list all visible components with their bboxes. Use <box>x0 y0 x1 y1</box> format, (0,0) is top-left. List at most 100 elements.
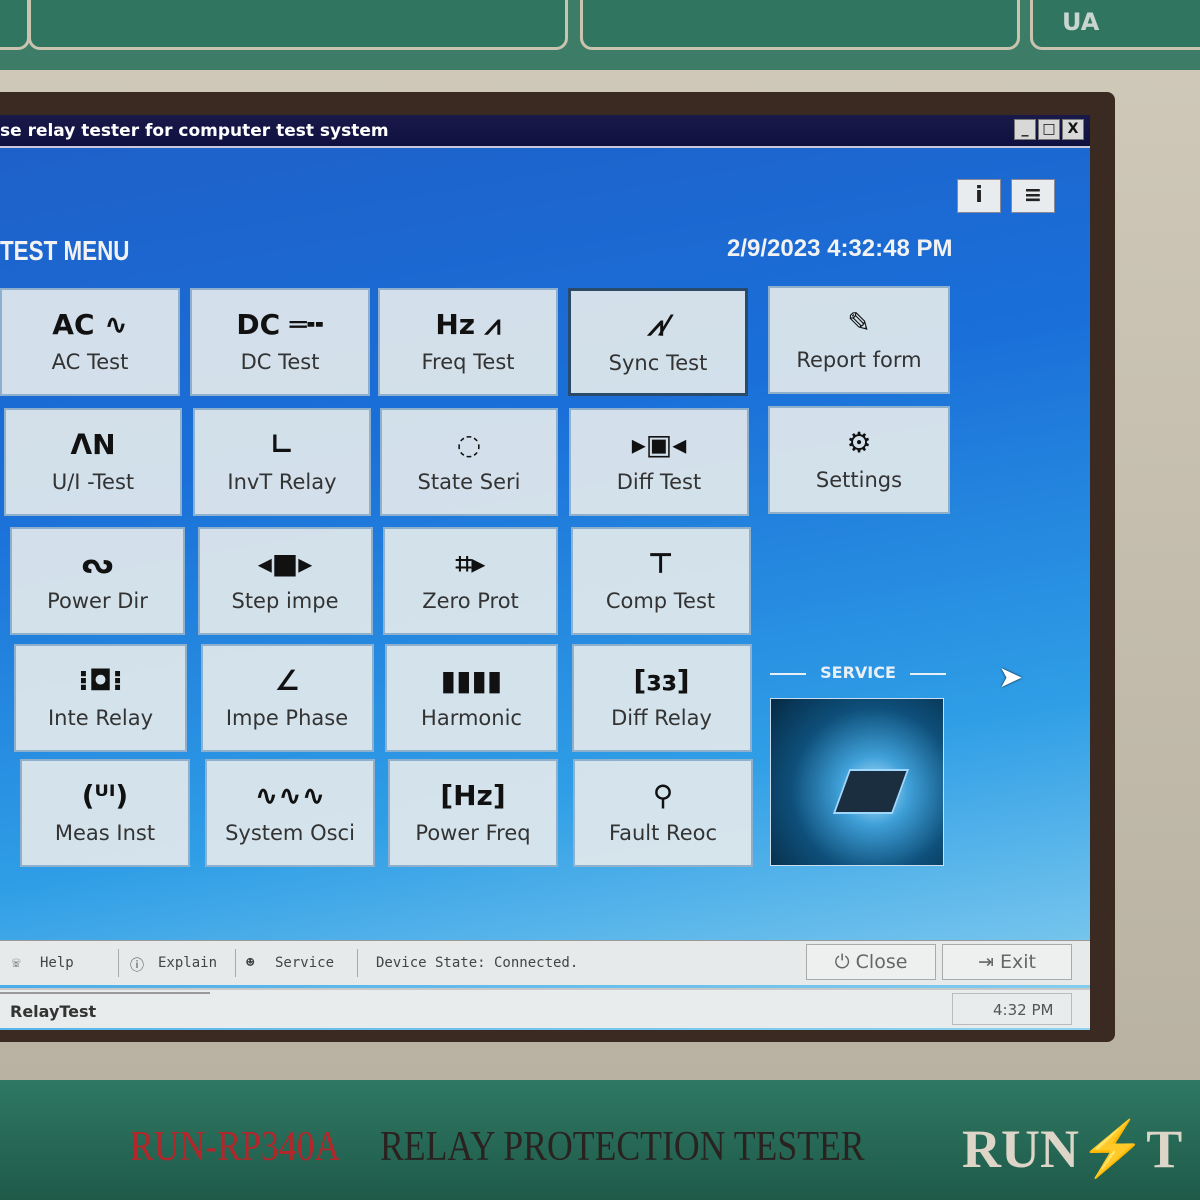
tile-label: System Osci <box>225 821 355 845</box>
tile-label: Step impe <box>231 589 339 613</box>
tile-label: U/I -Test <box>51 470 135 494</box>
tile-settings[interactable]: ⚙ Settings <box>768 406 950 514</box>
top-box <box>28 0 568 50</box>
tile-harmonic[interactable]: ▮▮▮▮ Harmonic <box>385 644 558 752</box>
mouse-cursor-icon: ➤ <box>998 660 1024 695</box>
page-title: TEST MENU <box>0 235 130 266</box>
tile-label: DC Test <box>240 350 320 374</box>
maximize-button[interactable]: □ <box>1038 119 1060 140</box>
tile-label: Settings <box>815 468 903 492</box>
diff-relay-icon: [ɜɜ] <box>633 664 690 697</box>
tile-step-impe[interactable]: ◂■▸ Step impe <box>197 527 373 635</box>
tile-fault-reoc[interactable]: ⚲ Fault Reoc <box>573 759 753 867</box>
tile-impe-phase[interactable]: ∠ Impe Phase <box>200 644 374 752</box>
relay-icon: ⁝◘⁝ <box>78 664 123 697</box>
oscillation-icon: ∿∿∿ <box>254 779 326 812</box>
tile-dc-test[interactable]: DC ═╍ DC Test <box>190 288 370 396</box>
model-label: RUN-RP340A <box>130 1124 341 1170</box>
window-title: se relay tester for computer test system <box>0 121 389 141</box>
close-label: Close <box>855 951 908 973</box>
hz-pulse-icon: Hz ⩘ <box>435 308 501 341</box>
tile-invt-relay[interactable]: ∟ InvT Relay <box>193 408 371 516</box>
tile-label: Diff Test <box>616 470 702 494</box>
tile-label: AC Test <box>51 350 129 374</box>
tile-label: State Seri <box>417 470 521 494</box>
close-window-button[interactable]: X <box>1062 119 1084 140</box>
tile-label: Freq Test <box>421 350 515 374</box>
diff-battery-icon: ▸▣◂ <box>631 428 687 461</box>
product-label: RELAY PROTECTION TESTER <box>380 1124 865 1170</box>
service-image[interactable] <box>770 698 944 866</box>
service-icon[interactable]: ☻ <box>246 955 254 971</box>
tile-label: Power Freq <box>415 821 531 845</box>
tile-ac-test[interactable]: AC ∿ AC Test <box>0 288 180 396</box>
tile-system-osci[interactable]: ∿∿∿ System Osci <box>205 759 375 867</box>
taskbar: RelayTest 4:32 PM <box>0 988 1090 1028</box>
exit-icon: ⇥ <box>978 951 1000 973</box>
zero-prot-icon: ⌗▸ <box>455 547 486 580</box>
tile-zero-prot[interactable]: ⌗▸ Zero Prot <box>383 527 558 635</box>
power-freq-icon: [Hz] <box>440 779 506 812</box>
meter-icon: (ᵁᴵ) <box>81 779 129 812</box>
system-tray: 4:32 PM <box>952 993 1072 1025</box>
tile-label: Harmonic <box>421 706 522 730</box>
tile-report-form[interactable]: ✎ Report form <box>768 286 950 394</box>
inverse-curve-icon: ∟ <box>270 428 294 461</box>
tile-state-seri[interactable]: ◌ State Seri <box>380 408 558 516</box>
tile-label: Inte Relay <box>47 706 154 730</box>
tile-sync-test[interactable]: ⩘⁄ Sync Test <box>568 288 748 396</box>
exit-label: Exit <box>999 951 1036 973</box>
brand-logo: RUN⚡T <box>962 1119 1183 1179</box>
tile-label: Report form <box>796 348 922 372</box>
tile-u-i-test[interactable]: ᐱN U/I -Test <box>4 408 182 516</box>
tile-power-dir[interactable]: ᔓ Power Dir <box>10 527 185 635</box>
tile-label: Comp Test <box>605 589 716 613</box>
help-link[interactable]: Help <box>40 955 74 971</box>
taskbar-item-relaytest[interactable]: RelayTest <box>0 992 210 1024</box>
help-icon[interactable]: ☏ <box>12 955 20 971</box>
gear-icon: ⚙ <box>846 426 872 459</box>
harmonic-icon: ▮▮▮▮ <box>440 664 503 697</box>
tile-diff-test[interactable]: ▸▣◂ Diff Test <box>569 408 749 516</box>
step-icon: ◂■▸ <box>257 547 313 580</box>
ua-label: UA <box>1062 8 1100 36</box>
exit-button[interactable]: ⇥ Exit <box>942 944 1072 980</box>
menu-button[interactable]: ≡ <box>1011 179 1055 213</box>
top-box <box>580 0 1020 50</box>
tile-inte-relay[interactable]: ⁝◘⁝ Inte Relay <box>14 644 187 752</box>
device-state: Device State: Connected. <box>376 955 579 971</box>
dc-icon: DC ═╍ <box>236 308 324 341</box>
power-wave-icon: ᔓ <box>81 547 114 580</box>
close-button[interactable]: ⏻ Close <box>806 944 936 980</box>
service-link[interactable]: Service <box>275 955 334 971</box>
report-icon: ✎ <box>847 306 871 339</box>
state-cycle-icon: ◌ <box>456 428 482 461</box>
tile-label: Power Dir <box>47 589 148 613</box>
info-button[interactable]: i <box>957 179 1001 213</box>
tile-freq-test[interactable]: Hz ⩘ Freq Test <box>378 288 558 396</box>
explain-link[interactable]: Explain <box>158 955 217 971</box>
service-label: SERVICE <box>770 663 946 682</box>
fault-search-icon: ⚲ <box>652 779 674 812</box>
power-icon: ⏻ <box>834 951 856 973</box>
minimize-button[interactable]: _ <box>1014 119 1036 140</box>
tile-power-freq[interactable]: [Hz] Power Freq <box>388 759 558 867</box>
tile-comp-test[interactable]: ⊤ Comp Test <box>570 527 751 635</box>
tile-diff-relay[interactable]: [ɜɜ] Diff Relay <box>571 644 752 752</box>
sync-pulse-icon: ⩘⁄ <box>647 309 669 342</box>
top-box <box>1030 0 1200 50</box>
top-box <box>0 0 30 50</box>
datetime: 2/9/2023 4:32:48 PM <box>727 235 953 262</box>
status-bar: ☏ Help ⓘ Explain ☻ Service Device State:… <box>0 940 1090 985</box>
taskbar-clock: 4:32 PM <box>993 1001 1054 1019</box>
tile-label: Fault Reoc <box>608 821 718 845</box>
explain-icon[interactable]: ⓘ <box>130 955 144 975</box>
phase-angle-icon: ∠ <box>274 664 300 697</box>
hierarchy-icon: ⊤ <box>647 547 674 580</box>
tile-meas-inst[interactable]: (ᵁᴵ) Meas Inst <box>20 759 190 867</box>
title-bar: se relay tester for computer test system… <box>0 115 1090 148</box>
tile-label: Zero Prot <box>422 589 519 613</box>
tile-label: Sync Test <box>608 351 708 375</box>
chip-graphic <box>832 769 910 814</box>
app-window: se relay tester for computer test system… <box>0 115 1090 1030</box>
